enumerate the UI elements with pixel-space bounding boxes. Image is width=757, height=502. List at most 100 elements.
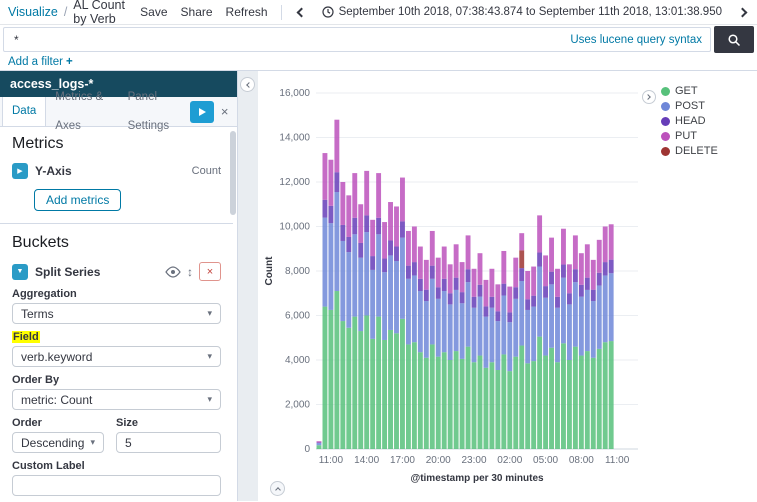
bar-segment-put[interactable] (316, 441, 322, 443)
bar-segment-head[interactable] (435, 287, 441, 299)
bar-segment-post[interactable] (608, 273, 614, 342)
bar-segment-get[interactable] (531, 361, 537, 449)
bar-segment-post[interactable] (334, 192, 340, 292)
bar-segment-put[interactable] (346, 195, 352, 237)
bar-segment-post[interactable] (584, 289, 590, 352)
bar-segment-put[interactable] (590, 259, 596, 290)
bar-segment-get[interactable] (555, 362, 560, 449)
bar-segment-post[interactable] (471, 307, 477, 363)
bar-segment-post[interactable] (519, 281, 525, 346)
bar-segment-put[interactable] (465, 235, 471, 270)
bar-segment-put[interactable] (447, 264, 453, 294)
bar-segment-post[interactable] (453, 289, 459, 352)
bar-segment-head[interactable] (561, 264, 566, 278)
bar-segment-post[interactable] (346, 252, 352, 328)
bar-segment-head[interactable] (370, 256, 376, 270)
bar-segment-put[interactable] (453, 244, 459, 278)
bar-segment-get[interactable] (364, 315, 370, 450)
bar-segment-get[interactable] (596, 348, 602, 449)
custom-label-input[interactable] (12, 475, 221, 496)
bar-segment-put[interactable] (405, 230, 411, 266)
bar-segment-get[interactable] (584, 351, 590, 449)
eye-icon[interactable] (165, 265, 181, 278)
bar-segment-head[interactable] (549, 271, 554, 285)
bar-segment-put[interactable] (531, 266, 537, 296)
bar-segment-head[interactable] (388, 240, 393, 256)
sidebar-scrollbar-thumb[interactable] (230, 131, 236, 215)
bar-segment-get[interactable] (441, 352, 447, 449)
bar-segment-get[interactable] (394, 333, 399, 449)
bar-segment-get[interactable] (423, 357, 429, 449)
bar-segment-post[interactable] (423, 301, 429, 358)
bar-segment-get[interactable] (447, 360, 453, 449)
remove-bucket-button[interactable]: × (199, 262, 221, 281)
bar-segment-post[interactable] (602, 275, 608, 343)
bar-segment-head[interactable] (346, 236, 352, 253)
bar-segment-post[interactable] (400, 237, 405, 319)
bar-segment-head[interactable] (400, 221, 405, 238)
bar-segment-get[interactable] (489, 362, 495, 449)
bar-segment-head[interactable] (453, 277, 459, 290)
bar-segment-put[interactable] (400, 177, 405, 222)
bar-segment-put[interactable] (596, 239, 602, 273)
bar-segment-post[interactable] (394, 260, 399, 334)
time-picker-button[interactable]: September 10th 2018, 07:38:43.874 to Sep… (321, 6, 722, 18)
bar-segment-post[interactable] (590, 301, 596, 358)
bar-segment-head[interactable] (429, 265, 435, 279)
editor-resizer-gutter[interactable] (238, 71, 258, 501)
bar-segment-head[interactable] (417, 278, 423, 292)
bar-segment-post[interactable] (578, 296, 584, 356)
bar-segment-get[interactable] (388, 329, 393, 449)
bar-segment-post[interactable] (572, 282, 578, 347)
bar-segment-put[interactable] (519, 233, 525, 251)
bar-segment-put[interactable] (471, 268, 477, 297)
bar-segment-post[interactable] (435, 298, 441, 357)
bar-segment-get[interactable] (376, 316, 382, 449)
bar-segment-head[interactable] (447, 293, 453, 305)
bar-segment-post[interactable] (465, 282, 471, 347)
bar-segment-put[interactable] (352, 173, 358, 218)
bar-segment-get[interactable] (382, 339, 388, 449)
bar-segment-post[interactable] (382, 272, 388, 340)
bar-segment-head[interactable] (334, 172, 340, 193)
bar-segment-post[interactable] (525, 309, 531, 364)
bar-segment-head[interactable] (543, 286, 549, 298)
bar-segment-head[interactable] (340, 224, 346, 241)
bar-segment-get[interactable] (525, 363, 531, 449)
bar-segment-put[interactable] (340, 182, 346, 225)
bar-segment-put[interactable] (572, 235, 578, 270)
time-next-button[interactable] (735, 4, 749, 20)
bar-segment-get[interactable] (543, 355, 549, 449)
bar-segment-put[interactable] (566, 264, 572, 294)
bar-segment-post[interactable] (537, 266, 543, 337)
bar-segment-put[interactable] (543, 255, 549, 287)
collapse-editor-button[interactable] (240, 77, 255, 92)
bar-segment-put[interactable] (489, 268, 495, 297)
bar-segment-put[interactable] (561, 228, 566, 265)
bar-segment-head[interactable] (501, 283, 507, 296)
bar-segment-head[interactable] (328, 205, 334, 224)
bar-segment-put[interactable] (388, 202, 393, 241)
bar-segment-get[interactable] (370, 338, 376, 449)
bar-segment-put[interactable] (435, 257, 441, 288)
share-button[interactable]: Share (181, 5, 213, 19)
bar-segment-put[interactable] (382, 222, 388, 259)
bar-segment-put[interactable] (555, 268, 560, 297)
bar-segment-head[interactable] (513, 287, 519, 299)
bar-segment-get[interactable] (507, 371, 513, 449)
bar-segment-head[interactable] (608, 259, 614, 274)
bar-segment-put[interactable] (423, 259, 429, 290)
bar-segment-post[interactable] (543, 297, 549, 356)
bar-segment-get[interactable] (429, 344, 435, 449)
bar-segment-put[interactable] (608, 224, 614, 260)
discard-changes-button[interactable]: × (214, 103, 235, 120)
time-prev-button[interactable] (295, 4, 309, 20)
bar-segment-put[interactable] (525, 271, 531, 300)
bar-segment-get[interactable] (459, 358, 465, 449)
save-button[interactable]: Save (140, 5, 167, 19)
split-series-collapse-button[interactable]: ▼ (12, 263, 28, 280)
bar-segment-get[interactable] (340, 321, 346, 449)
bar-segment-head[interactable] (584, 277, 590, 290)
bar-segment-get[interactable] (549, 347, 554, 449)
refresh-button[interactable]: Refresh (226, 5, 268, 19)
